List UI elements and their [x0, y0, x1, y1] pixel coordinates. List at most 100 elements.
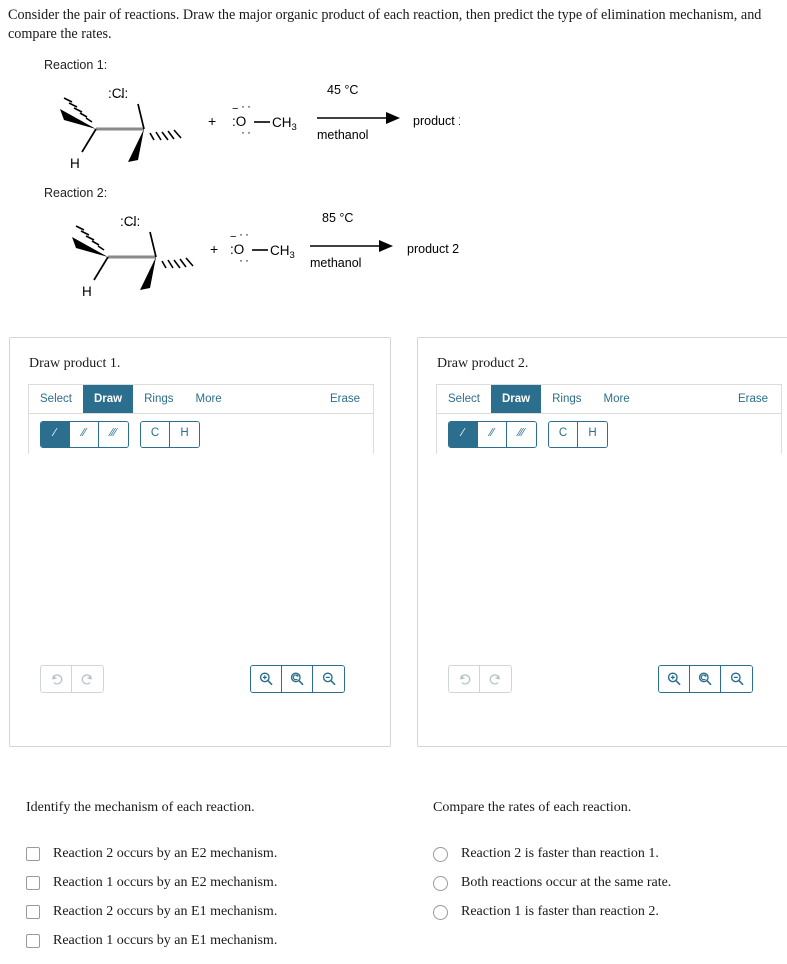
zoom-in-icon	[667, 672, 681, 686]
radio-label: Both reactions occur at the same rate.	[461, 875, 672, 890]
draw-product-1-title: Draw product 1.	[29, 356, 121, 371]
molecule-editor-2: Select Draw Rings More Erase ∕ ∕∕ ∕∕∕ C …	[436, 384, 782, 455]
tab-rings[interactable]: Rings	[133, 385, 184, 413]
radio-label: Reaction 2 is faster than reaction 1.	[461, 846, 659, 861]
tab-rings[interactable]: Rings	[541, 385, 592, 413]
zoom-reset-button[interactable]	[690, 666, 721, 692]
double-bond-icon: ∕∕	[490, 427, 494, 440]
drawing-canvas-2[interactable]	[436, 454, 782, 672]
history-controls-1	[40, 665, 104, 693]
triple-bond-tool[interactable]: ∕∕∕	[99, 421, 128, 447]
atom-tool-group: C H	[140, 420, 200, 448]
reaction-1-reagent-lonepair-bottom: ··	[241, 125, 253, 139]
zoom-reset-button[interactable]	[282, 666, 313, 692]
molecule-editor-1: Select Draw Rings More Erase ∕ ∕∕ ∕∕∕ C …	[28, 384, 374, 455]
zoom-out-button[interactable]	[313, 666, 344, 692]
reaction-1-cl-label: :Cl:	[108, 86, 128, 101]
hydrogen-atom-tool[interactable]: H	[170, 421, 199, 447]
tab-draw[interactable]: Draw	[82, 385, 134, 413]
tab-select[interactable]: Select	[437, 385, 491, 413]
hydrogen-label: H	[180, 427, 189, 440]
carbon-atom-tool[interactable]: C	[141, 421, 170, 447]
atom-tool-group: C H	[548, 420, 608, 448]
draw-product-1-panel: Draw product 1. Select Draw Rings More E…	[9, 337, 391, 747]
reaction-1-plus: +	[208, 113, 216, 129]
carbon-label: C	[558, 427, 568, 440]
reaction-2-reagent-lonepair-top: ··	[239, 227, 251, 241]
reaction-2-cl-label: :Cl:	[120, 214, 140, 229]
single-bond-icon: ∕	[54, 427, 56, 440]
tabbar-spacer	[641, 385, 727, 413]
redo-button[interactable]	[72, 666, 103, 692]
undo-button[interactable]	[449, 666, 480, 692]
redo-icon	[81, 673, 92, 685]
hydrogen-atom-tool[interactable]: H	[578, 421, 607, 447]
reaction-2-temperature: 85 °C	[322, 211, 353, 225]
single-bond-tool[interactable]: ∕	[449, 421, 478, 447]
checkbox-option[interactable]: Reaction 2 occurs by an E2 mechanism.	[26, 846, 406, 862]
undo-button[interactable]	[41, 666, 72, 692]
page-title: Consider the pair of reactions. Draw the…	[8, 7, 762, 42]
zoom-reset-icon	[698, 672, 712, 686]
zoom-controls-2	[658, 665, 753, 693]
tab-more[interactable]: More	[593, 385, 641, 413]
zoom-in-button[interactable]	[659, 666, 690, 692]
double-bond-tool[interactable]: ∕∕	[478, 421, 507, 447]
reaction-2-reagent-lonepair-bottom: ··	[239, 253, 251, 267]
erase-button[interactable]: Erase	[319, 385, 373, 413]
zoom-in-button[interactable]	[251, 666, 282, 692]
reaction-1-scheme: H ·· :Cl: + − ·· :O ·· CH3 45 °C methano…	[60, 83, 460, 171]
single-bond-tool[interactable]: ∕	[41, 421, 70, 447]
reaction-1-temperature: 45 °C	[327, 83, 358, 97]
erase-button[interactable]: Erase	[727, 385, 781, 413]
redo-button[interactable]	[480, 666, 511, 692]
reaction-2-plus: +	[210, 241, 218, 257]
tab-more[interactable]: More	[185, 385, 233, 413]
drawing-canvas-1[interactable]	[28, 454, 374, 672]
carbon-label: C	[150, 427, 160, 440]
triple-bond-icon: ∕∕∕	[518, 427, 525, 440]
mechanism-question-title: Identify the mechanism of each reaction.	[26, 800, 255, 815]
carbon-atom-tool[interactable]: C	[549, 421, 578, 447]
editor-1-toolrow: ∕ ∕∕ ∕∕∕ C H	[29, 414, 373, 454]
tab-draw[interactable]: Draw	[490, 385, 542, 413]
radio-option[interactable]: Reaction 2 is faster than reaction 1.	[433, 846, 783, 862]
checkbox-label: Reaction 1 occurs by an E1 mechanism.	[53, 933, 278, 948]
radio-label: Reaction 1 is faster than reaction 2.	[461, 904, 659, 919]
reaction-1-label: Reaction 1:	[44, 58, 108, 72]
checkbox-option[interactable]: Reaction 1 occurs by an E2 mechanism.	[26, 875, 406, 891]
draw-product-2-title: Draw product 2.	[437, 356, 529, 371]
reaction-1-reagent-alkyl: CH3	[272, 115, 297, 133]
zoom-out-button[interactable]	[721, 666, 752, 692]
radio-option[interactable]: Both reactions occur at the same rate.	[433, 875, 783, 891]
zoom-out-icon	[730, 672, 743, 686]
radio-rxn1-faster[interactable]	[433, 904, 448, 920]
reaction-2-reagent-alkyl: CH3	[270, 243, 295, 261]
zoom-reset-icon	[290, 672, 304, 686]
triple-bond-tool[interactable]: ∕∕∕	[507, 421, 536, 447]
editor-2-toolrow: ∕ ∕∕ ∕∕∕ C H	[437, 414, 781, 454]
checkbox-option[interactable]: Reaction 1 occurs by an E1 mechanism.	[26, 933, 406, 949]
reaction-1-solvent: methanol	[317, 128, 368, 142]
history-controls-2	[448, 665, 512, 693]
reaction-1-reagent-lonepair-top: ··	[241, 99, 253, 113]
reaction-2-scheme: H ·· :Cl: + − ·· :O ·· CH3 85 °C methano…	[72, 211, 459, 299]
checkbox-label: Reaction 1 occurs by an E2 mechanism.	[53, 875, 278, 890]
single-bond-icon: ∕	[462, 427, 464, 440]
double-bond-tool[interactable]: ∕∕	[70, 421, 99, 447]
checkbox-option[interactable]: Reaction 2 occurs by an E1 mechanism.	[26, 904, 406, 920]
checkbox-rxn1-e1[interactable]	[26, 934, 40, 948]
checkbox-label: Reaction 2 occurs by an E1 mechanism.	[53, 904, 278, 919]
checkbox-rxn2-e1[interactable]	[26, 905, 40, 919]
radio-option[interactable]: Reaction 1 is faster than reaction 2.	[433, 904, 783, 920]
radio-same-rate[interactable]	[433, 875, 448, 891]
checkbox-rxn1-e2[interactable]	[26, 876, 40, 890]
radio-rxn2-faster[interactable]	[433, 846, 448, 862]
tab-select[interactable]: Select	[29, 385, 83, 413]
reaction-2-label: Reaction 2:	[44, 186, 108, 200]
checkbox-label: Reaction 2 occurs by an E2 mechanism.	[53, 846, 278, 861]
reaction-2-h-label: H	[82, 284, 92, 299]
tabbar-spacer	[233, 385, 319, 413]
checkbox-rxn2-e2[interactable]	[26, 847, 40, 861]
undo-icon	[459, 673, 470, 685]
